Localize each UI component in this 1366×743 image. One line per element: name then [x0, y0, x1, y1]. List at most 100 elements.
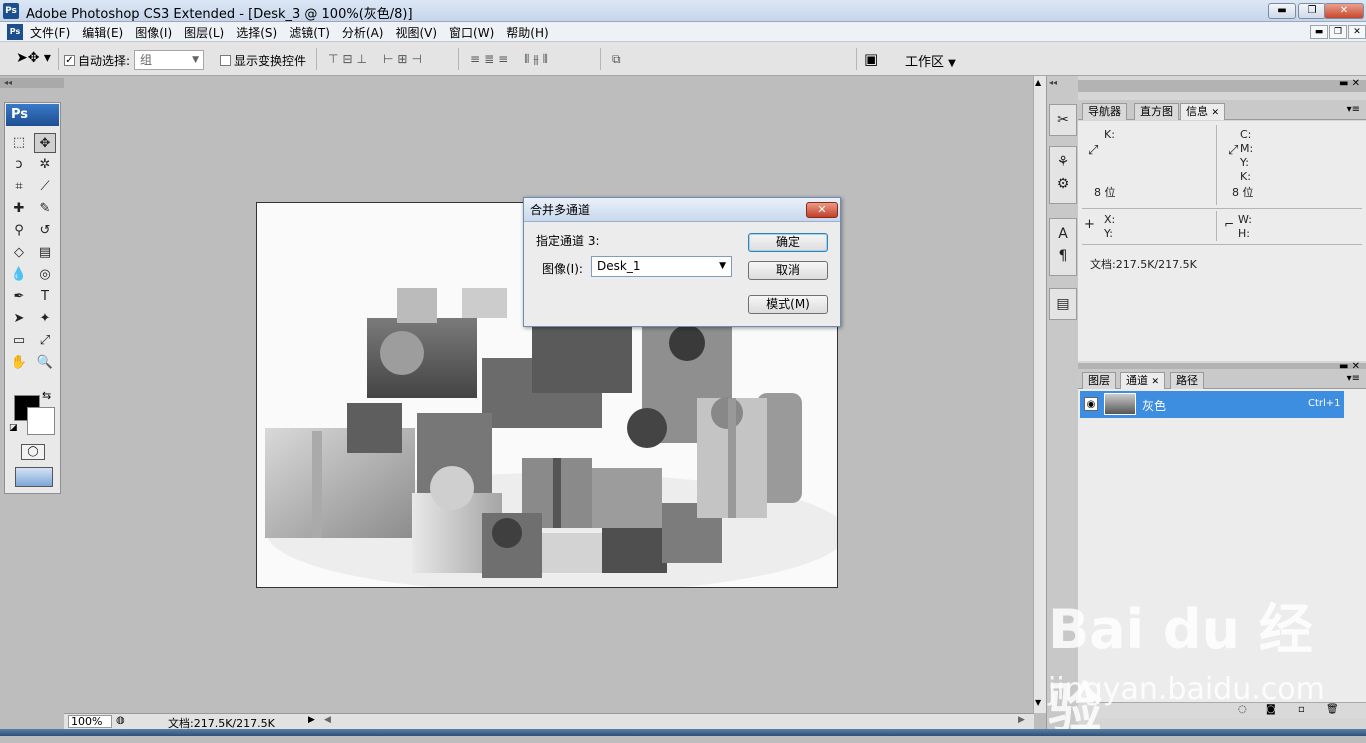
slice-tool-icon[interactable]: ⟋	[34, 177, 56, 197]
scroll-up-icon[interactable]: ▲	[1035, 78, 1041, 87]
align-top-icon[interactable]: ⊤	[328, 52, 338, 66]
swap-colors-icon[interactable]: ⇆	[42, 389, 51, 402]
brushes-icon[interactable]: ⚘	[1050, 151, 1076, 173]
tools-preset-icon[interactable]: ✂	[1050, 109, 1076, 131]
pen-tool-icon[interactable]: ✒	[8, 287, 30, 307]
eraser-tool-icon[interactable]: ◇	[8, 243, 30, 263]
menu-help[interactable]: 帮助(H)	[506, 24, 548, 41]
path-selection-tool-icon[interactable]: ➤	[8, 309, 30, 329]
align-right-icon[interactable]: ⊣	[411, 52, 421, 66]
auto-select-dropdown[interactable]: 组 ▼	[134, 50, 204, 70]
divider	[1082, 208, 1362, 209]
close-button[interactable]: ✕	[1324, 3, 1364, 19]
scroll-down-icon[interactable]: ▼	[1035, 698, 1041, 707]
custom-shape-tool-icon[interactable]: ✦	[34, 309, 56, 329]
auto-align-icon[interactable]: ⧉	[612, 52, 621, 67]
menu-window[interactable]: 窗口(W)	[449, 24, 494, 41]
tab-layers[interactable]: 图层	[1082, 372, 1116, 389]
tab-paths[interactable]: 路径	[1170, 372, 1204, 389]
crop-tool-icon[interactable]: ⌗	[8, 177, 30, 197]
vertical-scrollbar[interactable]: ▲ ▼	[1033, 76, 1046, 713]
distribute-vcenter-icon[interactable]: ≣	[484, 52, 494, 67]
panel-minimize-icon[interactable]: ▬ ✕	[1339, 78, 1360, 89]
tab-info[interactable]: 信息 ✕	[1180, 103, 1226, 120]
dialog-close-button[interactable]: ✕	[806, 202, 838, 218]
notes-tool-icon[interactable]: ▭	[8, 331, 30, 351]
type-tool-icon[interactable]: T	[34, 287, 56, 307]
layer-comps-icon[interactable]: ▤	[1050, 293, 1076, 315]
status-menu-arrow-icon[interactable]: ▶	[308, 715, 315, 725]
restore-button[interactable]: ❐	[1298, 3, 1326, 19]
tab-channels[interactable]: 通道 ✕	[1120, 372, 1166, 389]
default-colors-icon[interactable]: ◪	[9, 423, 18, 433]
dodge-tool-icon[interactable]: ◎	[34, 265, 56, 285]
clone-source-icon[interactable]: ⚙	[1050, 173, 1076, 195]
menu-view[interactable]: 视图(V)	[395, 24, 437, 41]
channel-row[interactable]: ◉ 灰色 Ctrl+1	[1080, 391, 1344, 418]
tab-navigator[interactable]: 导航器	[1082, 103, 1127, 120]
panel-menu-icon[interactable]: ▾≡	[1347, 373, 1360, 384]
clone-stamp-tool-icon[interactable]: ⚲	[8, 221, 30, 241]
cancel-button[interactable]: 取消	[748, 261, 828, 280]
gradient-tool-icon[interactable]: ▤	[34, 243, 56, 263]
close-icon[interactable]: ✕	[1152, 377, 1160, 387]
ok-button[interactable]: 确定	[748, 233, 828, 252]
close-icon[interactable]: ✕	[1212, 108, 1220, 118]
info-bit-right: 8 位	[1232, 186, 1254, 199]
eyedropper-tool-icon[interactable]: ⤢	[34, 331, 56, 351]
paragraph-icon[interactable]: ¶	[1050, 245, 1076, 267]
zoom-field[interactable]: 100%	[68, 715, 112, 728]
visibility-eye-icon[interactable]: ◉	[1084, 397, 1098, 411]
blur-tool-icon[interactable]: 💧	[8, 265, 30, 285]
hand-tool-icon[interactable]: ✋	[8, 353, 30, 373]
auto-select-checkbox[interactable]	[64, 55, 75, 66]
magic-wand-tool-icon[interactable]: ✲	[34, 155, 56, 175]
align-bottom-icon[interactable]: ⊥	[357, 52, 367, 66]
panel-menu-icon[interactable]: ▾≡	[1347, 104, 1360, 115]
screen-mode-icon[interactable]	[15, 467, 53, 487]
healing-brush-tool-icon[interactable]: ✚	[8, 199, 30, 219]
menu-analysis[interactable]: 分析(A)	[342, 24, 384, 41]
distribute-left-icon[interactable]: ⫴	[524, 52, 529, 67]
brush-tool-icon[interactable]: ✎	[34, 199, 56, 219]
mode-button[interactable]: 模式(M)	[748, 295, 828, 314]
align-vcenter-icon[interactable]: ⊟	[342, 52, 352, 66]
doc-close-button[interactable]: ✕	[1348, 25, 1366, 39]
menu-image[interactable]: 图像(I)	[135, 24, 172, 41]
info-panel-header[interactable]: ▬ ✕	[1078, 78, 1366, 92]
status-icon[interactable]: ◍	[116, 715, 125, 726]
bridge-icon[interactable]: ▣	[864, 50, 878, 68]
scroll-left-icon[interactable]: ◀	[324, 715, 331, 725]
document-icon[interactable]: Ps	[7, 24, 23, 40]
menu-filter[interactable]: 滤镜(T)	[289, 24, 330, 41]
dock-collapse-icon[interactable]: ◂◂	[1049, 78, 1057, 87]
character-icon[interactable]: A	[1050, 223, 1076, 245]
align-left-icon[interactable]: ⊢	[383, 52, 393, 66]
distribute-top-icon[interactable]: ≡	[470, 52, 480, 67]
distribute-bottom-icon[interactable]: ≡	[498, 52, 508, 67]
history-brush-tool-icon[interactable]: ↺	[34, 221, 56, 241]
image-select[interactable]: Desk_1 ▼	[591, 256, 732, 277]
marquee-tool-icon[interactable]: ⬚	[8, 133, 30, 153]
menu-layer[interactable]: 图层(L)	[184, 24, 224, 41]
align-hcenter-icon[interactable]: ⊞	[397, 52, 407, 66]
lasso-tool-icon[interactable]: ↄ	[8, 155, 30, 175]
doc-restore-button[interactable]: ❐	[1329, 25, 1347, 39]
background-color-swatch[interactable]	[27, 407, 55, 435]
move-tool-icon[interactable]: ✥	[34, 133, 56, 153]
quick-mask-icon[interactable]: ◯	[21, 444, 45, 460]
menu-file[interactable]: 文件(F)	[30, 24, 70, 41]
menu-edit[interactable]: 编辑(E)	[82, 24, 123, 41]
distribute-right-icon[interactable]: ⫴	[543, 52, 548, 67]
doc-minimize-button[interactable]: ▬	[1310, 25, 1328, 39]
distribute-hcenter-icon[interactable]: ⫵	[533, 52, 539, 67]
minimize-button[interactable]: ▬	[1268, 3, 1296, 19]
menu-select[interactable]: 选择(S)	[236, 24, 277, 41]
scroll-right-icon[interactable]: ▶	[1018, 715, 1025, 725]
workspace-menu[interactable]: 工作区 ▼	[905, 51, 956, 70]
move-tool-preset-icon[interactable]: ➤✥ ▾	[16, 50, 51, 66]
tools-collapse-handle[interactable]: ◂◂	[0, 78, 64, 88]
zoom-tool-icon[interactable]: 🔍	[34, 353, 56, 373]
show-transform-checkbox[interactable]	[220, 55, 231, 66]
tab-histogram[interactable]: 直方图	[1134, 103, 1179, 120]
